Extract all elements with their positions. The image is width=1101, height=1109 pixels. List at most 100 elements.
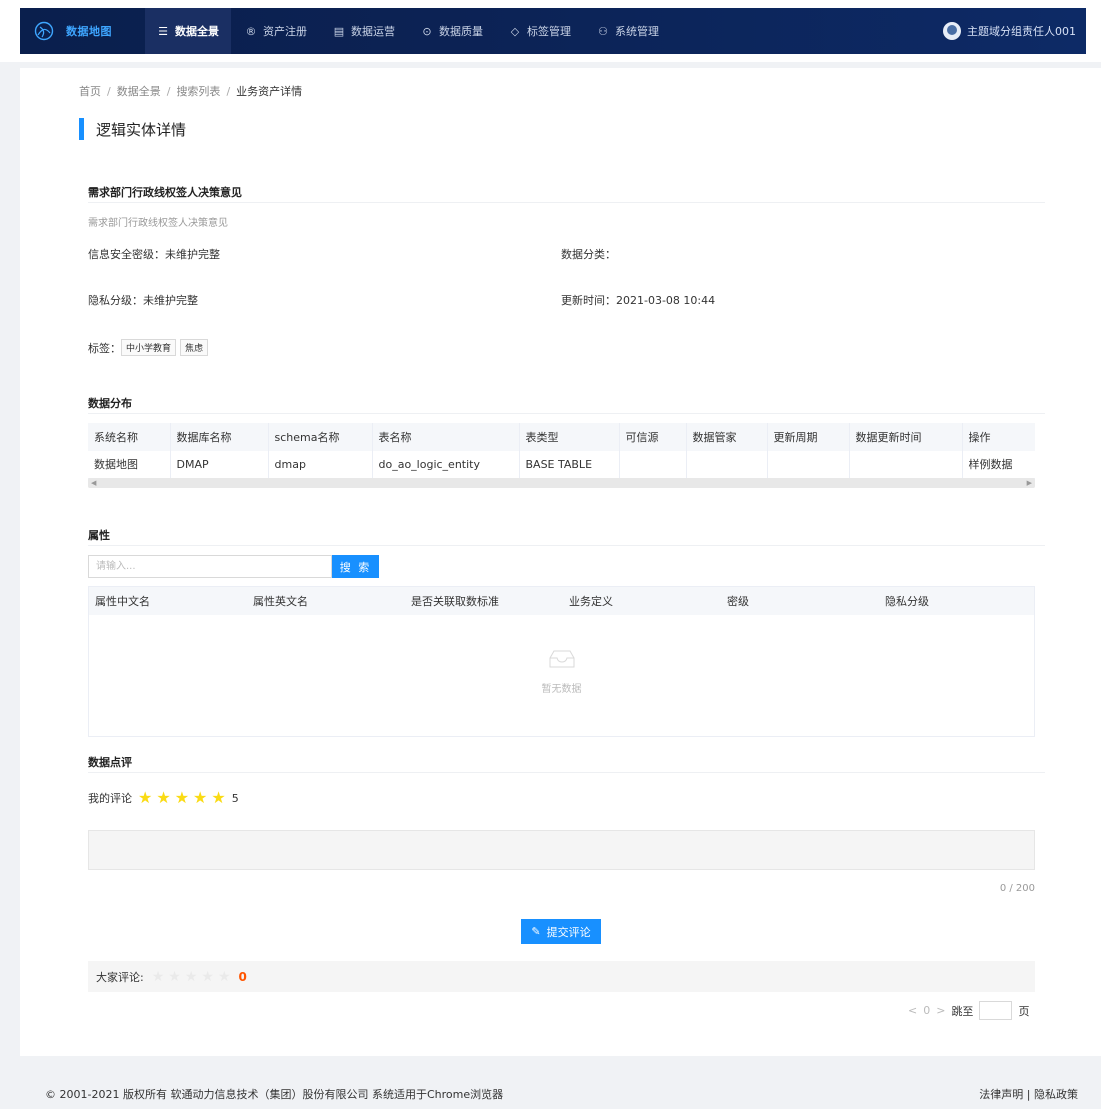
footer: © 2001-2021 版权所有 软通动力信息技术（集团）股份有限公司 系统适用… — [0, 1056, 1101, 1109]
column-header: 数据库名称 — [170, 423, 269, 451]
table-header-row: 系统名称 数据库名称 schema名称 表名称 表类型 可信源 数据管家 更新周… — [88, 423, 1035, 451]
column-header: 密级 — [727, 595, 749, 608]
table-cell — [767, 451, 850, 479]
my-review-row: 我的评论 ★ ★ ★ ★ ★ 5 — [88, 790, 239, 806]
star-icon[interactable]: ★ — [175, 790, 189, 806]
scroll-right-icon[interactable]: ▶ — [1027, 478, 1032, 488]
prev-page-button[interactable]: < — [908, 1004, 917, 1017]
tag-chip[interactable]: 中小学教育 — [121, 339, 177, 356]
data-category: 数据分类： — [561, 248, 616, 261]
star-icon: ★ — [151, 968, 165, 985]
section-title-review: 数据点评 — [88, 756, 132, 769]
my-review-label: 我的评论 — [88, 792, 132, 805]
goto-label: 跳至 — [951, 1004, 974, 1018]
table-cell: dmap — [268, 451, 373, 479]
security-level: 信息安全密级：未维护完整 — [88, 248, 220, 261]
horizontal-scrollbar[interactable]: ◀ ▶ — [88, 478, 1035, 488]
tags-row: 标签： 中小学教育 焦虑 — [88, 339, 212, 356]
column-header: 可信源 — [619, 423, 687, 451]
column-header: 数据管家 — [686, 423, 768, 451]
nav-item-label: 系统管理 — [615, 25, 659, 38]
section-title-attributes: 属性 — [88, 529, 110, 542]
all-reviews-label: 大家评论: — [96, 970, 144, 984]
star-icon[interactable]: ★ — [156, 790, 170, 806]
table-cell — [849, 451, 963, 479]
submit-review-button[interactable]: ✎ 提交评论 — [521, 919, 601, 944]
search-input[interactable] — [88, 555, 332, 578]
tag-icon: ◇ — [510, 24, 520, 38]
breadcrumb-separator: / — [107, 85, 111, 98]
org-icon: ⚇ — [598, 24, 608, 38]
section-title-distribution: 数据分布 — [88, 397, 132, 410]
breadcrumb: 首页 / 数据全景 / 搜索列表 / 业务资产详情 — [79, 83, 302, 99]
column-header: 表类型 — [519, 423, 620, 451]
star-icon: ★ — [217, 968, 231, 985]
star-icon: ★ — [201, 968, 214, 985]
navbar: 数据地图 ☰ 数据全景 ® 资产注册 ▤ 数据运营 ⊙ 数据质量 ◇ 标签管理 … — [20, 8, 1086, 54]
column-header: 系统名称 — [88, 423, 171, 451]
my-rating-stars[interactable]: ★ ★ ★ ★ ★ — [138, 790, 230, 806]
nav-item-data-quality[interactable]: ⊙ 数据质量 — [409, 8, 495, 54]
user-name: 主题域分组责任人001 — [967, 25, 1076, 38]
column-header: 是否关联取数标准 — [411, 595, 499, 608]
distribution-table: 系统名称 数据库名称 schema名称 表名称 表类型 可信源 数据管家 更新周… — [88, 423, 1035, 479]
content-card: 首页 / 数据全景 / 搜索列表 / 业务资产详情 逻辑实体详情 需求部门行政线权签人决策意… — [20, 68, 1101, 1056]
column-header: 属性英文名 — [253, 595, 308, 608]
star-icon[interactable]: ★ — [211, 790, 225, 806]
registered-icon: ® — [245, 24, 257, 38]
privacy-level: 隐私分级：未维护完整 — [88, 294, 198, 307]
tag-chip[interactable]: 焦虑 — [180, 339, 209, 356]
breadcrumb-home[interactable]: 首页 — [79, 85, 101, 98]
nav-item-system-management[interactable]: ⚇ 系统管理 — [585, 8, 671, 54]
breadcrumb-panorama[interactable]: 数据全景 — [117, 85, 161, 98]
column-header: 业务定义 — [569, 595, 613, 608]
title-accent-bar — [79, 118, 84, 140]
table-row: 数据地图 DMAP dmap do_ao_logic_entity BASE T… — [88, 451, 1035, 479]
user-menu[interactable]: 主题域分组责任人001 — [943, 22, 1086, 40]
check-circle-icon: ⊙ — [422, 24, 432, 38]
table-cell: 数据地图 — [88, 451, 171, 479]
page-number[interactable]: 0 — [923, 1004, 930, 1017]
column-header: 更新周期 — [767, 423, 850, 451]
breadcrumb-separator: / — [166, 85, 171, 98]
breadcrumb-search-list[interactable]: 搜索列表 — [176, 85, 220, 98]
divider — [88, 545, 1045, 546]
page-title: 逻辑实体详情 — [79, 118, 186, 140]
star-icon[interactable]: ★ — [138, 790, 152, 806]
goto-page-input[interactable] — [979, 1001, 1013, 1020]
page-title-text: 逻辑实体详情 — [96, 120, 187, 139]
search-button[interactable]: 搜 索 — [332, 555, 379, 578]
sample-data-link[interactable]: 样例数据 — [962, 451, 1035, 479]
table-header-row: 属性中文名 属性英文名 是否关联取数标准 业务定义 密级 隐私分级 — [89, 587, 1034, 615]
nav-item-asset-registration[interactable]: ® 资产注册 — [233, 8, 319, 54]
tags-label: 标签： — [88, 341, 121, 355]
all-rating-stars: ★ ★ ★ ★ ★ — [152, 970, 235, 984]
table-name-link[interactable]: do_ao_logic_entity — [372, 451, 520, 479]
column-header: 数据更新时间 — [849, 423, 963, 451]
review-textarea[interactable] — [88, 830, 1035, 870]
top-navigation: 数据地图 ☰ 数据全景 ® 资产注册 ▤ 数据运营 ⊙ 数据质量 ◇ 标签管理 … — [0, 0, 1101, 62]
page-unit-label: 页 — [1018, 1004, 1030, 1018]
nav-item-data-operation[interactable]: ▤ 数据运营 — [321, 8, 407, 54]
empty-inbox-icon — [549, 650, 574, 668]
avatar — [943, 22, 961, 40]
footer-links[interactable]: 法律声明 | 隐私政策 — [979, 1086, 1078, 1102]
footer-copyright: © 2001-2021 版权所有 软通动力信息技术（集团）股份有限公司 系统适用… — [45, 1088, 504, 1101]
empty-state: 暂无数据 — [89, 649, 1034, 695]
nav-item-tag-management[interactable]: ◇ 标签管理 — [497, 8, 583, 54]
nav-item-label: 数据全景 — [175, 25, 219, 38]
column-header: 表名称 — [372, 423, 520, 451]
nav-item-label: 数据质量 — [439, 25, 483, 38]
star-icon[interactable]: ★ — [193, 790, 207, 806]
next-page-button[interactable]: > — [936, 1004, 945, 1017]
table-cell — [619, 451, 687, 479]
scroll-left-icon[interactable]: ◀ — [91, 478, 96, 488]
all-score: 0 — [238, 969, 247, 984]
column-header: schema名称 — [268, 423, 373, 451]
table-cell: DMAP — [170, 451, 269, 479]
all-reviews-bar: 大家评论: ★ ★ ★ ★ ★ 0 — [88, 961, 1035, 992]
nav-item-data-panorama[interactable]: ☰ 数据全景 — [145, 8, 231, 54]
logo[interactable]: 数据地图 — [20, 8, 145, 54]
scrollbar-thumb[interactable] — [88, 478, 1035, 488]
logo-text: 数据地图 — [66, 25, 112, 38]
